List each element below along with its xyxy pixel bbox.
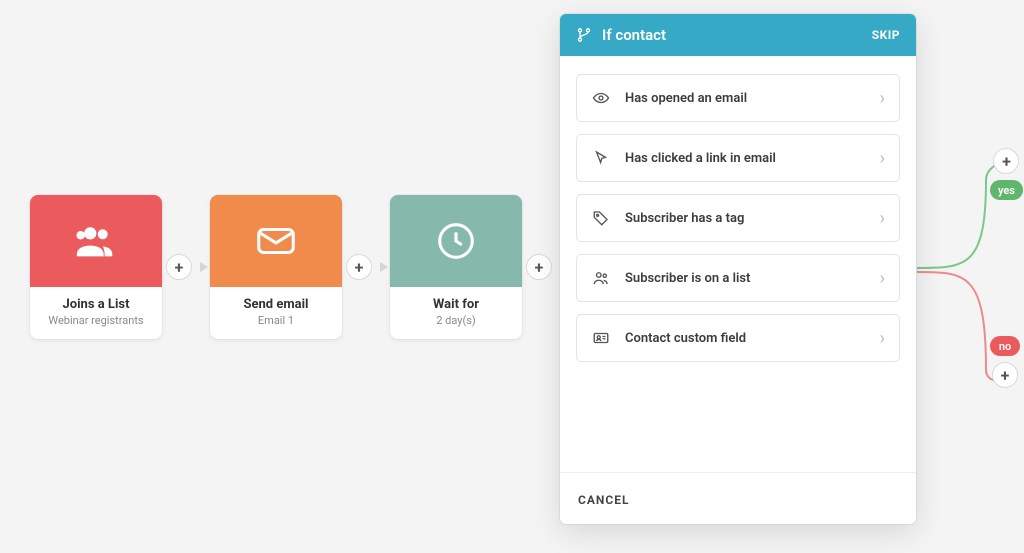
option-has-opened-email[interactable]: Has opened an email ›	[576, 74, 900, 122]
option-label: Contact custom field	[625, 331, 880, 346]
yes-badge: yes	[990, 180, 1023, 200]
node-title: Send email	[216, 297, 336, 312]
chevron-right-icon: ›	[880, 268, 885, 289]
node-send-email[interactable]: Send email Email 1	[210, 195, 342, 339]
node-subtitle: 2 day(s)	[396, 314, 516, 327]
connector: +	[166, 254, 206, 280]
add-yes-step-button[interactable]: +	[993, 148, 1019, 174]
branch-connectors	[916, 0, 1024, 549]
branch-yes: + yes	[990, 148, 1023, 200]
arrow-icon	[192, 266, 206, 268]
option-contact-custom-field[interactable]: Contact custom field ›	[576, 314, 900, 362]
option-subscriber-on-list[interactable]: Subscriber is on a list ›	[576, 254, 900, 302]
chevron-right-icon: ›	[880, 88, 885, 109]
skip-button[interactable]: SKIP	[872, 28, 900, 42]
id-card-icon	[591, 329, 611, 347]
condition-panel: If contact SKIP Has opened an email › Ha…	[560, 14, 916, 524]
option-has-clicked-link[interactable]: Has clicked a link in email ›	[576, 134, 900, 182]
add-no-step-button[interactable]: +	[992, 362, 1018, 388]
panel-footer: CANCEL	[560, 472, 916, 524]
users-icon	[591, 269, 611, 287]
add-step-button[interactable]: +	[166, 254, 192, 280]
option-subscriber-has-tag[interactable]: Subscriber has a tag ›	[576, 194, 900, 242]
add-step-button[interactable]: +	[526, 254, 552, 280]
chevron-right-icon: ›	[880, 208, 885, 229]
branch-no: no +	[990, 336, 1020, 388]
no-badge: no	[990, 336, 1020, 356]
workflow-track: Joins a List Webinar registrants + Send …	[30, 195, 570, 339]
branch-icon	[576, 27, 592, 43]
panel-body: Has opened an email › Has clicked a link…	[560, 56, 916, 472]
clock-icon	[390, 195, 522, 287]
node-title: Wait for	[396, 297, 516, 312]
connector: +	[346, 254, 386, 280]
node-title: Joins a List	[36, 297, 156, 312]
node-subtitle: Webinar registrants	[36, 314, 156, 327]
users-icon	[30, 195, 162, 287]
node-joins-a-list[interactable]: Joins a List Webinar registrants	[30, 195, 162, 339]
eye-icon	[591, 89, 611, 107]
node-subtitle: Email 1	[216, 314, 336, 327]
option-label: Subscriber has a tag	[625, 211, 880, 226]
cursor-icon	[591, 149, 611, 167]
tag-icon	[591, 209, 611, 227]
option-label: Has clicked a link in email	[625, 151, 880, 166]
chevron-right-icon: ›	[880, 328, 885, 349]
arrow-icon	[372, 266, 386, 268]
panel-header: If contact SKIP	[560, 14, 916, 56]
option-label: Has opened an email	[625, 91, 880, 106]
node-wait-for[interactable]: Wait for 2 day(s)	[390, 195, 522, 339]
add-step-button[interactable]: +	[346, 254, 372, 280]
envelope-icon	[210, 195, 342, 287]
option-label: Subscriber is on a list	[625, 271, 880, 286]
chevron-right-icon: ›	[880, 148, 885, 169]
cancel-button[interactable]: CANCEL	[578, 493, 629, 507]
panel-title: If contact	[602, 26, 666, 44]
